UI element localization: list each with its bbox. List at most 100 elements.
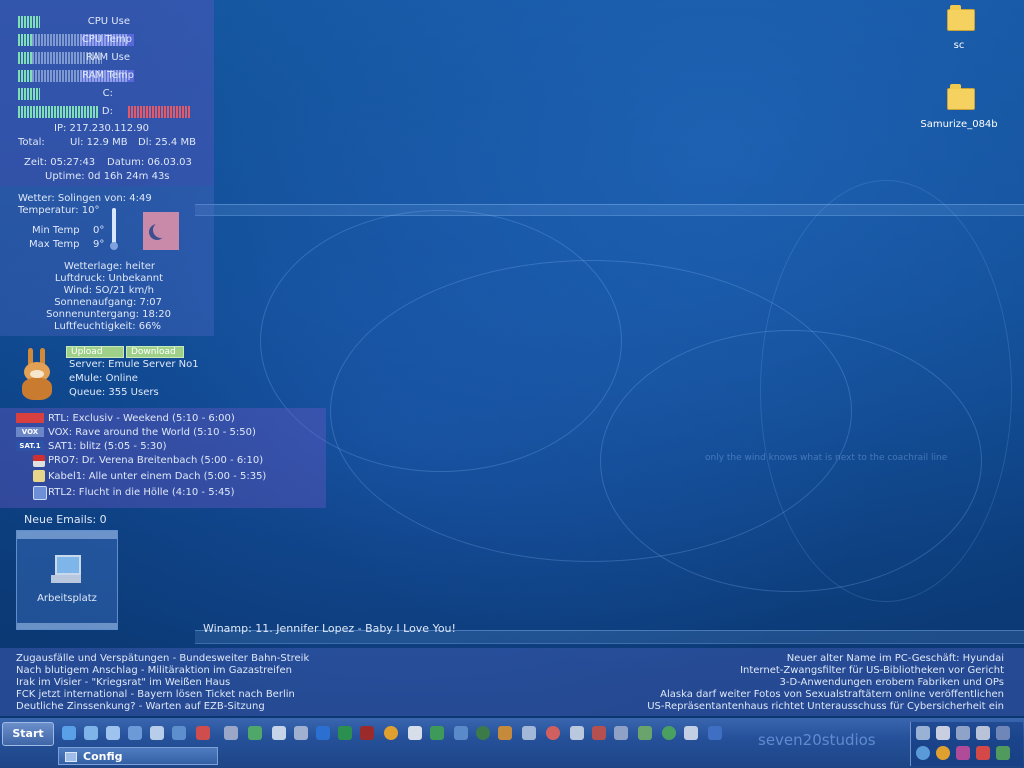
quicklaunch-app-icon[interactable] bbox=[360, 726, 374, 740]
folder-sc-label[interactable]: sc bbox=[899, 40, 1019, 51]
quicklaunch-app-icon[interactable] bbox=[662, 726, 676, 740]
emule-download-button[interactable]: Download bbox=[126, 346, 184, 358]
moon-weather-icon bbox=[143, 212, 179, 250]
emule-mule-icon bbox=[20, 348, 56, 404]
quicklaunch-app-icon[interactable] bbox=[316, 726, 330, 740]
ip-address: IP: 217.230.112.90 bbox=[54, 123, 150, 134]
ram-temp-label: RAM Temp bbox=[82, 70, 134, 81]
pro7-logo bbox=[33, 455, 45, 467]
drive-c-label: C: bbox=[102, 88, 113, 99]
new-emails-counter[interactable]: Neue Emails: 0 bbox=[24, 514, 107, 526]
tv-item-pro7: PRO7: Dr. Verena Breitenbach (5:00 - 6:1… bbox=[48, 455, 264, 466]
quicklaunch-app-icon[interactable] bbox=[476, 726, 490, 740]
quicklaunch-app-icon[interactable] bbox=[272, 726, 286, 740]
ram-use-label: RAM Use bbox=[86, 52, 130, 63]
quicklaunch-app-icon[interactable] bbox=[570, 726, 584, 740]
max-temp-label: Max Temp bbox=[29, 239, 80, 250]
folder-icon[interactable] bbox=[947, 5, 975, 31]
arbeitsplatz-label: Arbeitsplatz bbox=[37, 593, 97, 604]
folder-samurize-label[interactable]: Samurize_084b bbox=[899, 119, 1019, 130]
quicklaunch-app-icon[interactable] bbox=[498, 726, 512, 740]
drive-d-label: D: bbox=[101, 106, 113, 117]
upload-total: Ul: 12.9 MB bbox=[70, 137, 128, 148]
tray-icon[interactable] bbox=[936, 746, 950, 760]
quicklaunch-network-icon[interactable] bbox=[106, 726, 120, 740]
cpu-use-label: CPU Use bbox=[87, 16, 130, 27]
tv-item-rtl2: RTL2: Flucht in die Hölle (4:10 - 5:45) bbox=[48, 487, 235, 498]
wallpaper-face bbox=[760, 180, 1012, 602]
wallpaper-signature: seven20studios bbox=[758, 731, 876, 749]
emule-server: Server: Emule Server No1 bbox=[69, 359, 199, 370]
news-left-item[interactable]: Nach blutigem Anschlag - Militäraktion i… bbox=[16, 665, 292, 677]
quicklaunch-app-icon[interactable] bbox=[294, 726, 308, 740]
total-label: Total: bbox=[18, 137, 45, 148]
tv-item-vox: VOX: Rave around the World (5:10 - 5:50) bbox=[48, 427, 256, 438]
cpu-use-meter bbox=[18, 16, 40, 28]
weather-humidity: Luftfeuchtigkeit: 66% bbox=[54, 321, 161, 332]
quicklaunch-app-icon[interactable] bbox=[708, 726, 722, 740]
folder-icon[interactable] bbox=[947, 84, 975, 110]
quicklaunch-app-icon[interactable] bbox=[638, 726, 652, 740]
emule-upload-button[interactable]: Upload bbox=[66, 346, 124, 358]
tv-item-kabel1: Kabel1: Alle unter einem Dach (5:00 - 5:… bbox=[48, 471, 267, 482]
quicklaunch-app-icon[interactable] bbox=[248, 726, 262, 740]
quicklaunch-app-icon[interactable] bbox=[128, 726, 142, 740]
quicklaunch-app-icon[interactable] bbox=[614, 726, 628, 740]
quicklaunch-app-icon[interactable] bbox=[224, 726, 238, 740]
download-total: Dl: 25.4 MB bbox=[138, 137, 196, 148]
start-button[interactable]: Start bbox=[2, 722, 54, 746]
weather-pressure: Luftdruck: Unbekannt bbox=[54, 273, 163, 284]
news-right-item[interactable]: US-Repräsentantenhaus richtet Unteraussc… bbox=[604, 701, 1004, 713]
rtl2-logo bbox=[33, 486, 47, 500]
cpu-temp-label: CPU Temp bbox=[81, 34, 132, 45]
tray-icon[interactable] bbox=[916, 726, 930, 740]
weather-condition: Wetterlage: heiter bbox=[64, 261, 155, 272]
news-left-item[interactable]: FCK jetzt international - Bayern lösen T… bbox=[16, 689, 295, 701]
quicklaunch-app-icon[interactable] bbox=[684, 726, 698, 740]
quicklaunch-app-icon[interactable] bbox=[546, 726, 560, 740]
quicklaunch-globe-icon[interactable] bbox=[84, 726, 98, 740]
news-right-item[interactable]: Alaska darf weiter Fotos von Sexualstraf… bbox=[604, 689, 1004, 701]
start-label: Start bbox=[12, 727, 44, 740]
quicklaunch-excel-icon[interactable] bbox=[338, 726, 352, 740]
wallpaper-frame-top bbox=[195, 204, 1024, 216]
quicklaunch-app-icon[interactable] bbox=[150, 726, 164, 740]
weather-sunrise: Sonnenaufgang: 7:07 bbox=[54, 297, 162, 308]
max-temp-value: 9° bbox=[93, 239, 105, 250]
quicklaunch-ie-icon[interactable] bbox=[62, 726, 76, 740]
min-temp-value: 0° bbox=[93, 225, 105, 236]
news-right-item[interactable]: 3-D-Anwendungen erobern Fabriken und OPs bbox=[604, 677, 1004, 689]
tray-icon[interactable] bbox=[936, 726, 950, 740]
computer-icon bbox=[51, 555, 81, 585]
weather-header: Wetter: Solingen von: 4:49 bbox=[18, 193, 152, 204]
news-left-item[interactable]: Zugausfälle und Verspätungen - Bundeswei… bbox=[16, 653, 309, 665]
thermometer-icon bbox=[110, 208, 118, 252]
uptime: Uptime: 0d 16h 24m 43s bbox=[45, 171, 170, 182]
clock-time: Zeit: 05:27:43 bbox=[24, 157, 96, 168]
tv-item-rtl: RTL: Exclusiv - Weekend (5:10 - 6:00) bbox=[48, 413, 235, 424]
quicklaunch-app-icon[interactable] bbox=[522, 726, 536, 740]
quicklaunch-app-icon[interactable] bbox=[172, 726, 186, 740]
tray-icon[interactable] bbox=[956, 726, 970, 740]
quicklaunch-app-icon[interactable] bbox=[408, 726, 422, 740]
tray-icon[interactable] bbox=[976, 726, 990, 740]
tray-icon[interactable] bbox=[956, 746, 970, 760]
config-tab-label: Config bbox=[83, 750, 123, 763]
quicklaunch-app-icon[interactable] bbox=[384, 726, 398, 740]
quicklaunch-app-icon[interactable] bbox=[454, 726, 468, 740]
taskbar-config-tab[interactable]: Config bbox=[58, 747, 218, 765]
news-right-item[interactable]: Internet-Zwangsfilter für US-Bibliotheke… bbox=[604, 665, 1004, 677]
news-left-item[interactable]: Irak im Visier - "Kriegsrat" im Weißen H… bbox=[16, 677, 230, 689]
tray-icon[interactable] bbox=[996, 726, 1010, 740]
tv-item-sat1: SAT1: blitz (5:05 - 5:30) bbox=[48, 441, 167, 452]
tray-icon[interactable] bbox=[916, 746, 930, 760]
quicklaunch-app-icon[interactable] bbox=[430, 726, 444, 740]
news-right-item[interactable]: Neuer alter Name im PC-Geschäft: Hyundai bbox=[604, 653, 1004, 665]
tray-icon[interactable] bbox=[996, 746, 1010, 760]
news-left-item[interactable]: Deutliche Zinssenkung? - Warten auf EZB-… bbox=[16, 701, 265, 713]
arbeitsplatz-shortcut[interactable]: Arbeitsplatz bbox=[16, 530, 118, 630]
quicklaunch-grid-icon[interactable] bbox=[196, 726, 210, 740]
tray-star-icon[interactable] bbox=[976, 746, 990, 760]
winamp-now-playing: Winamp: 11. Jennifer Lopez - Baby I Love… bbox=[203, 622, 456, 635]
quicklaunch-star-icon[interactable] bbox=[592, 726, 606, 740]
